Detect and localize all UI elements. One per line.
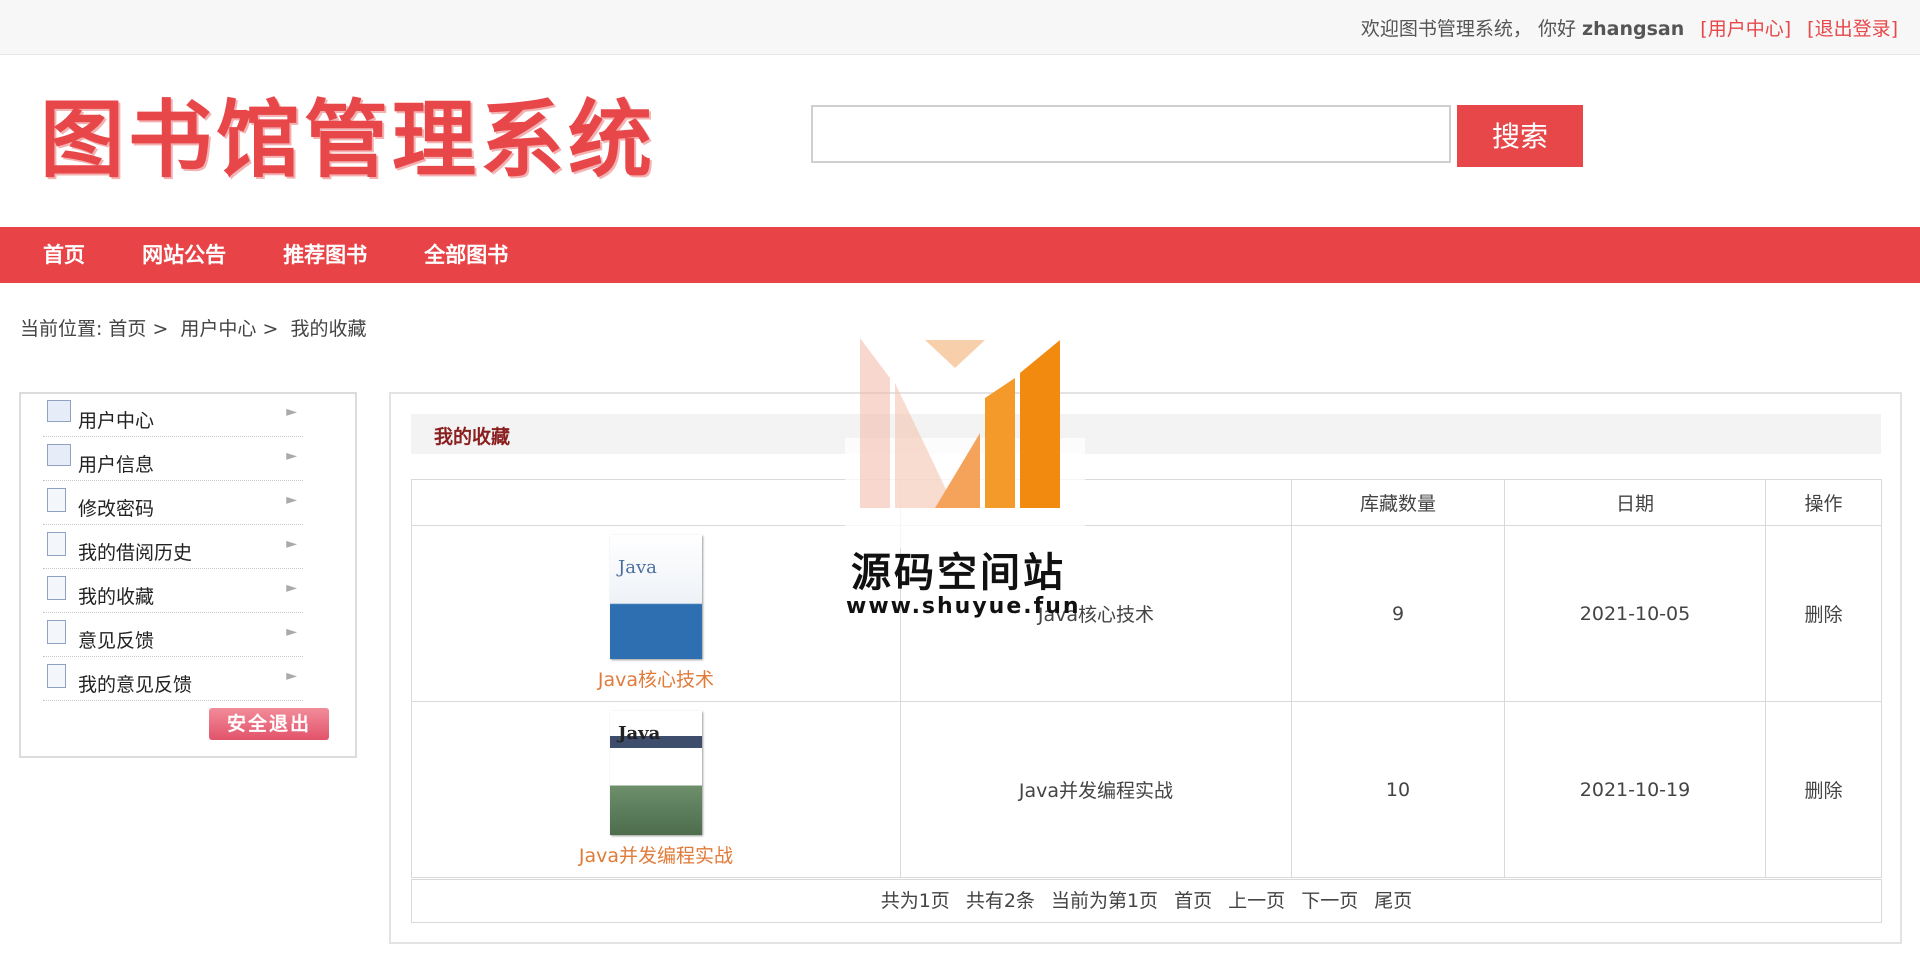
chevron-right-icon: ► — [286, 448, 297, 464]
panel-title: 我的收藏 — [434, 426, 511, 448]
stock-cell: 9 — [1291, 525, 1505, 702]
document-icon — [47, 664, 66, 688]
document-icon — [47, 532, 66, 556]
pager-first[interactable]: 首页 — [1174, 890, 1212, 912]
chevron-right-icon: ► — [286, 624, 297, 640]
sidebar-item-favorites[interactable]: 我的收藏 ► — [43, 570, 303, 613]
sidebar-item-label: 我的收藏 — [78, 586, 155, 608]
column-header-name — [900, 479, 1292, 526]
cover-title-text: Java — [618, 723, 661, 744]
breadcrumb-prefix: 当前位置: — [20, 318, 103, 340]
user-center-link[interactable]: [用户中心] — [1700, 18, 1791, 40]
sidebar-item-label: 修改密码 — [78, 498, 155, 520]
pager-next[interactable]: 下一页 — [1301, 890, 1358, 912]
sidebar-item-label: 意见反馈 — [78, 630, 155, 652]
nav-item-recommended[interactable]: 推荐图书 — [283, 227, 367, 283]
breadcrumb-current: 我的收藏 — [290, 318, 367, 340]
nav-item-home[interactable]: 首页 — [43, 227, 85, 283]
greeting-text: 你好 — [1537, 18, 1576, 40]
delete-link[interactable]: 删除 — [1765, 701, 1882, 878]
book-name-cell: Java并发编程实战 — [900, 701, 1292, 878]
sidebar-item-change-password[interactable]: 修改密码 ► — [43, 482, 303, 525]
sidebar-item-my-feedback[interactable]: 我的意见反馈 ► — [43, 658, 303, 701]
table-row: Java Java核心技术 Java核心技术 9 2021-10-05 删除 — [411, 525, 1882, 702]
pager-prev[interactable]: 上一页 — [1228, 890, 1285, 912]
logo-text: 图书馆管理系统 — [40, 91, 657, 189]
chevron-right-icon: ► — [286, 580, 297, 596]
document-icon — [47, 576, 66, 600]
logout-link[interactable]: [退出登录] — [1807, 18, 1898, 40]
sidebar: 用户中心 ► 用户信息 ► 修改密码 ► 我的借阅历史 ► 我的收藏 ► 意见反… — [19, 392, 357, 758]
top-bar: 欢迎图书管理系统， 你好 zhangsan [用户中心] [退出登录] — [0, 0, 1920, 55]
pager-total-pages: 共为1页 — [880, 890, 950, 912]
sidebar-item-user-center[interactable]: 用户中心 ► — [43, 394, 303, 437]
nav-item-announcements[interactable]: 网站公告 — [142, 227, 226, 283]
welcome-area: 欢迎图书管理系统， 你好 zhangsan [用户中心] [退出登录] — [1361, 14, 1898, 41]
document-icon — [47, 620, 66, 644]
chevron-right-icon: ► — [286, 536, 297, 552]
panel-title-bar: 我的收藏 — [411, 414, 1881, 454]
column-header-action: 操作 — [1765, 479, 1882, 526]
sidebar-item-label: 我的意见反馈 — [78, 674, 193, 696]
stock-cell: 10 — [1291, 701, 1505, 878]
table-row: Java Java并发编程实战 Java并发编程实战 10 2021-10-19… — [411, 701, 1882, 878]
pager-last[interactable]: 尾页 — [1374, 890, 1412, 912]
username: zhangsan — [1582, 18, 1685, 40]
book-cover-image[interactable]: Java — [610, 711, 702, 835]
book-cover-cell: Java Java核心技术 — [411, 525, 901, 702]
book-cover-cell: Java Java并发编程实战 — [411, 701, 901, 878]
sidebar-item-user-info[interactable]: 用户信息 ► — [43, 438, 303, 481]
book-cover-image[interactable]: Java — [610, 535, 702, 659]
nav-item-all-books[interactable]: 全部图书 — [424, 227, 508, 283]
pager-current-page: 当前为第1页 — [1050, 890, 1159, 912]
column-header-stock: 库藏数量 — [1291, 479, 1505, 526]
book-title-link[interactable]: Java并发编程实战 — [413, 841, 899, 868]
pagination: 共为1页 共有2条 当前为第1页 首页 上一页 下一页 尾页 — [411, 879, 1882, 923]
sidebar-item-borrow-history[interactable]: 我的借阅历史 ► — [43, 526, 303, 569]
id-card-icon — [47, 400, 71, 422]
breadcrumb-home[interactable]: 首页 > — [108, 318, 168, 340]
search-button[interactable]: 搜索 — [1457, 105, 1583, 167]
id-card-icon — [47, 444, 71, 466]
sidebar-item-label: 我的借阅历史 — [78, 542, 193, 564]
breadcrumb: 当前位置: 首页 > 用户中心 > 我的收藏 — [20, 314, 372, 341]
sidebar-item-feedback[interactable]: 意见反馈 ► — [43, 614, 303, 657]
date-cell: 2021-10-19 — [1504, 701, 1766, 878]
watermark-url: www.shuyue.fun — [846, 594, 1081, 619]
chevron-right-icon: ► — [286, 668, 297, 684]
breadcrumb-user-center[interactable]: 用户中心 > — [180, 318, 278, 340]
favorites-table: 库藏数量 日期 操作 Java Java核心技术 Java核心技术 9 2021… — [411, 479, 1882, 878]
search-input[interactable] — [811, 105, 1451, 163]
column-header-cover — [411, 479, 901, 526]
sidebar-item-label: 用户信息 — [78, 454, 155, 476]
book-title-link[interactable]: Java核心技术 — [413, 665, 899, 692]
chevron-right-icon: ► — [286, 404, 297, 420]
cover-title-text: Java — [618, 557, 657, 578]
sidebar-item-label: 用户中心 — [78, 410, 155, 432]
safe-logout-button[interactable]: 安全退出 — [209, 708, 329, 740]
favorites-panel: 我的收藏 库藏数量 日期 操作 Java Java核心技术 Java核心技术 9… — [389, 392, 1902, 944]
column-header-date: 日期 — [1504, 479, 1766, 526]
site-logo[interactable]: 图书馆管理系统 — [40, 91, 657, 189]
watermark-title: 源码空间站 — [851, 550, 1066, 596]
date-cell: 2021-10-05 — [1504, 525, 1766, 702]
table-header-row: 库藏数量 日期 操作 — [411, 479, 1882, 526]
chevron-right-icon: ► — [286, 492, 297, 508]
delete-link[interactable]: 删除 — [1765, 525, 1882, 702]
welcome-text: 欢迎图书管理系统， — [1360, 18, 1532, 40]
pager-total-items: 共有2条 — [965, 890, 1035, 912]
document-icon — [47, 488, 66, 512]
main-nav: 首页 网站公告 推荐图书 全部图书 — [0, 227, 1920, 283]
